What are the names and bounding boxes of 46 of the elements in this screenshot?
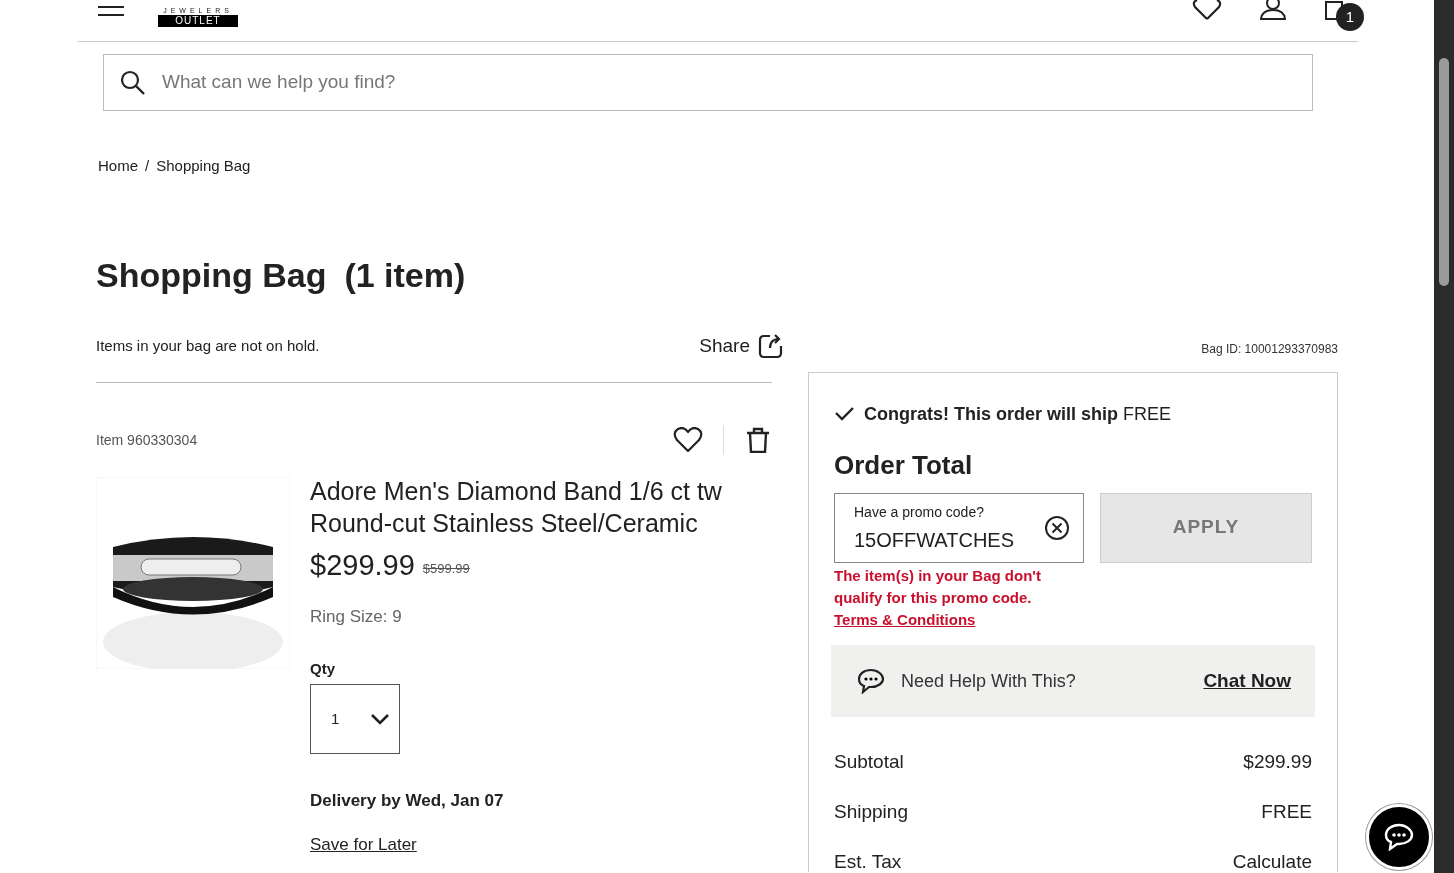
- share-link[interactable]: Share: [699, 331, 784, 360]
- item-number: Item 960330304: [96, 430, 198, 450]
- item-count: (1 item): [344, 257, 466, 292]
- search-bar[interactable]: What can we help you find?: [103, 54, 1313, 111]
- order-total-heading: Order Total: [834, 448, 974, 482]
- summary-value: $299.99: [1243, 749, 1312, 774]
- shipping-message: Congrats! This order will ship FREE: [864, 402, 1172, 426]
- breadcrumb-link[interactable]: Home: [98, 155, 138, 178]
- summary-label: Subtotal: [834, 749, 904, 774]
- check-icon: [834, 406, 856, 422]
- qty-select[interactable]: 1: [310, 684, 400, 754]
- save-for-later-link[interactable]: Save for Later: [310, 831, 417, 857]
- help-text: Need Help With This?: [901, 669, 1076, 693]
- user-icon[interactable]: [1260, 0, 1286, 20]
- promo-code-field[interactable]: Have a promo code? 15OFFWATCHES: [834, 492, 1084, 563]
- page-title: Shopping Bag: [96, 257, 327, 292]
- product-name[interactable]: Adore Men's Diamond Band 1/6 ct tw Round-cut Stainless Steel/Ceramic: [310, 475, 750, 539]
- logo-badge[interactable]: OUTLET: [158, 15, 238, 27]
- terms-link[interactable]: Terms & Conditions: [834, 608, 976, 631]
- trash-icon[interactable]: [746, 427, 770, 453]
- summary-value: FREE: [1261, 799, 1312, 824]
- summary-label: Shipping: [834, 799, 908, 824]
- heart-icon[interactable]: [673, 427, 703, 453]
- qty-label: Qty: [310, 658, 336, 679]
- delivery-date: Delivery by Wed, Jan 07: [310, 790, 505, 812]
- share-icon: [758, 332, 784, 359]
- cart-count-badge: 1: [1336, 3, 1364, 31]
- search-icon: [120, 69, 146, 96]
- chat-bubble-icon: [857, 668, 885, 694]
- chat-button[interactable]: [1366, 804, 1432, 870]
- ring-size: Ring Size: 9: [310, 606, 403, 628]
- chat-now-link[interactable]: Chat Now: [1203, 666, 1291, 696]
- clear-icon[interactable]: [1044, 514, 1070, 541]
- scrollbar[interactable]: [1434, 0, 1454, 873]
- heart-icon[interactable]: [1192, 0, 1222, 20]
- summary-value: Calculate: [1232, 849, 1312, 873]
- bag-id: Bag ID: 10001293370983: [1200, 340, 1338, 358]
- sale-price: $299.99: [310, 551, 415, 580]
- hold-notice: Items in your bag are not on hold.: [96, 335, 320, 356]
- promo-error-message: The item(s) in your Bag don't qualify for this promo code.: [834, 565, 1042, 608]
- original-price: $599.99: [422, 559, 470, 578]
- breadcrumb-separator: /: [145, 156, 150, 176]
- chevron-down-icon: [371, 713, 389, 725]
- summary-label: Est. Tax: [834, 849, 902, 873]
- chat-bubble-icon: [1384, 823, 1414, 851]
- breadcrumb-link[interactable]: Shopping Bag: [156, 155, 251, 178]
